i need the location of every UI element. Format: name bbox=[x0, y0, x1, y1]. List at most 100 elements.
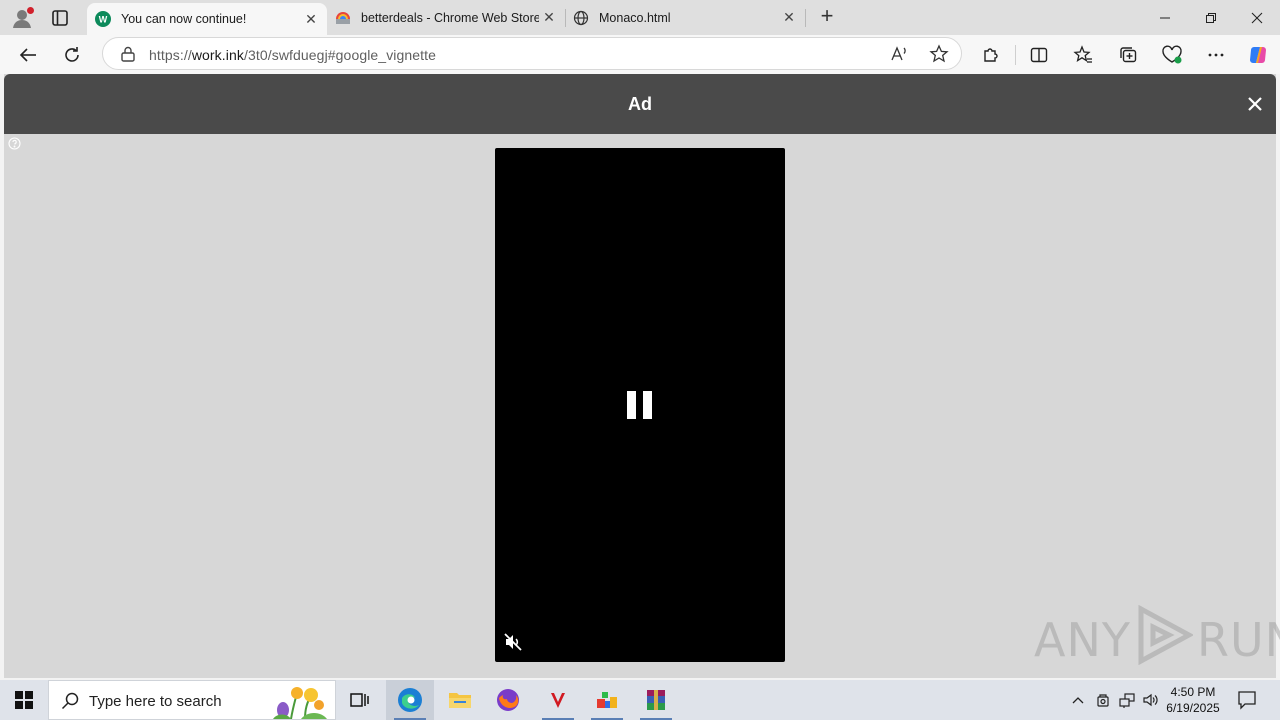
watermark-right-text: RUN bbox=[1196, 613, 1280, 667]
clock-time: 4:50 PM bbox=[1170, 685, 1216, 699]
action-center-button[interactable] bbox=[1236, 689, 1258, 711]
tab-title: You can now continue! bbox=[121, 12, 247, 26]
taskbar-winrar-app[interactable] bbox=[632, 680, 680, 720]
favorites-icon bbox=[1073, 45, 1092, 63]
heart-pulse-icon bbox=[1162, 45, 1182, 64]
refresh-icon bbox=[65, 47, 79, 62]
taskbar-edge-app[interactable] bbox=[386, 680, 434, 720]
tab-monaco[interactable]: Monaco.html ✕ bbox=[565, 0, 805, 35]
restore-button[interactable] bbox=[1188, 0, 1234, 35]
watermark-left-text: ANY bbox=[1034, 613, 1131, 667]
minimize-icon bbox=[1160, 17, 1170, 18]
colorful-app-icon bbox=[597, 692, 617, 708]
notification-icon bbox=[1238, 691, 1256, 710]
copilot-button[interactable] bbox=[1246, 43, 1270, 67]
browser-essentials-button[interactable] bbox=[1160, 43, 1184, 67]
favorites-button[interactable] bbox=[1071, 43, 1095, 67]
network-icon bbox=[1119, 693, 1135, 708]
task-view-button[interactable] bbox=[336, 680, 384, 720]
tab-title: Monaco.html bbox=[599, 10, 671, 25]
muted-speaker-icon bbox=[504, 633, 522, 651]
tab-actions-icon bbox=[52, 10, 68, 26]
clock-date: 6/19/2025 bbox=[1166, 701, 1220, 715]
settings-and-more-button[interactable] bbox=[1204, 43, 1228, 67]
refresh-button[interactable] bbox=[60, 43, 84, 67]
start-button[interactable] bbox=[0, 680, 48, 720]
anyrun-watermark: ANY RUN bbox=[1034, 604, 1280, 672]
tab-strip: W You can now continue! ✕ betterdeals - … bbox=[0, 0, 1280, 35]
puzzle-icon bbox=[984, 48, 998, 62]
url-prefix: https:// bbox=[149, 47, 192, 63]
tab-betterdeals[interactable]: betterdeals - Chrome Web Store ✕ bbox=[327, 0, 565, 35]
network-button[interactable] bbox=[1116, 680, 1138, 720]
system-clock[interactable]: 4:50 PM 6/19/2025 bbox=[1160, 684, 1226, 716]
tray-device-button[interactable] bbox=[1093, 680, 1113, 720]
back-button[interactable] bbox=[16, 43, 40, 67]
red-v-app-icon bbox=[551, 693, 565, 708]
split-screen-icon bbox=[1030, 47, 1048, 63]
device-icon bbox=[1097, 694, 1109, 707]
url-path: /3t0/swfduegj#google_vignette bbox=[243, 47, 437, 63]
page-viewport: Ad bbox=[4, 74, 1276, 678]
taskbar-app-v[interactable] bbox=[534, 680, 582, 720]
workink-favicon-icon: W bbox=[95, 11, 111, 27]
favorite-star-icon[interactable] bbox=[929, 44, 949, 64]
search-icon bbox=[61, 692, 79, 710]
more-horizontal-icon bbox=[1208, 53, 1224, 57]
address-bar[interactable]: https://work.ink/3t0/swfduegj#google_vig… bbox=[102, 37, 962, 70]
windows-logo-icon bbox=[15, 691, 33, 709]
new-tab-button[interactable]: + bbox=[816, 3, 838, 28]
tab-close-icon[interactable]: ✕ bbox=[301, 9, 321, 29]
play-logo-icon bbox=[1135, 604, 1195, 676]
minimize-button[interactable] bbox=[1142, 0, 1188, 35]
search-placeholder: Type here to search bbox=[89, 693, 222, 710]
back-arrow-icon bbox=[19, 48, 36, 62]
profile-button[interactable] bbox=[9, 5, 35, 31]
folder-icon bbox=[449, 693, 471, 708]
volume-button[interactable] bbox=[1140, 680, 1162, 720]
show-hidden-icons-button[interactable] bbox=[1068, 680, 1088, 720]
close-ad-button[interactable] bbox=[1244, 93, 1266, 115]
tab-close-icon[interactable]: ✕ bbox=[779, 8, 799, 28]
taskbar-app-colorful[interactable] bbox=[583, 680, 631, 720]
search-highlight-flowers-icon bbox=[261, 683, 331, 720]
close-icon bbox=[1248, 97, 1262, 111]
pause-icon bbox=[627, 391, 652, 419]
split-screen-button[interactable] bbox=[1027, 43, 1051, 67]
windows-taskbar: Type here to search 4:50 PM 6/19/2025 bbox=[0, 680, 1280, 720]
browser-toolbar: https://work.ink/3t0/swfduegj#google_vig… bbox=[0, 35, 1280, 74]
speaker-icon bbox=[1143, 693, 1158, 707]
extensions-button[interactable] bbox=[979, 43, 1003, 67]
notification-dot bbox=[27, 7, 34, 14]
globe-icon bbox=[573, 10, 589, 26]
tab-actions-button[interactable] bbox=[50, 8, 70, 28]
read-aloud-icon[interactable] bbox=[889, 44, 909, 64]
restore-icon bbox=[1206, 12, 1216, 23]
firefox-icon bbox=[497, 689, 519, 711]
ad-info-icon[interactable] bbox=[8, 137, 21, 150]
pause-button[interactable] bbox=[627, 391, 653, 419]
url-text[interactable]: https://work.ink/3t0/swfduegj#google_vig… bbox=[149, 47, 436, 63]
taskbar-firefox-app[interactable] bbox=[484, 680, 532, 720]
close-icon bbox=[1251, 12, 1263, 23]
close-window-button[interactable] bbox=[1234, 0, 1280, 35]
tab-title: betterdeals - Chrome Web Store bbox=[361, 10, 539, 25]
tab-close-icon[interactable]: ✕ bbox=[539, 8, 559, 28]
url-host: work.ink bbox=[191, 47, 244, 63]
collections-button[interactable] bbox=[1116, 43, 1140, 67]
chevron-up-icon bbox=[1072, 697, 1084, 704]
edge-icon bbox=[398, 688, 422, 712]
taskbar-file-explorer-app[interactable] bbox=[436, 680, 484, 720]
unmute-button[interactable] bbox=[503, 632, 523, 652]
tab-you-can-now-continue[interactable]: W You can now continue! ✕ bbox=[87, 3, 327, 35]
ad-label: Ad bbox=[628, 94, 652, 114]
winrar-icon bbox=[647, 690, 665, 710]
copilot-icon bbox=[1250, 47, 1266, 63]
site-info-icon[interactable] bbox=[119, 45, 137, 63]
task-view-icon bbox=[350, 693, 369, 707]
plus-icon: + bbox=[820, 3, 834, 28]
taskbar-search-box[interactable]: Type here to search bbox=[48, 680, 336, 720]
chrome-web-store-favicon-icon bbox=[335, 10, 351, 26]
ad-video-player[interactable] bbox=[495, 148, 785, 662]
toolbar-separator bbox=[1015, 45, 1016, 65]
